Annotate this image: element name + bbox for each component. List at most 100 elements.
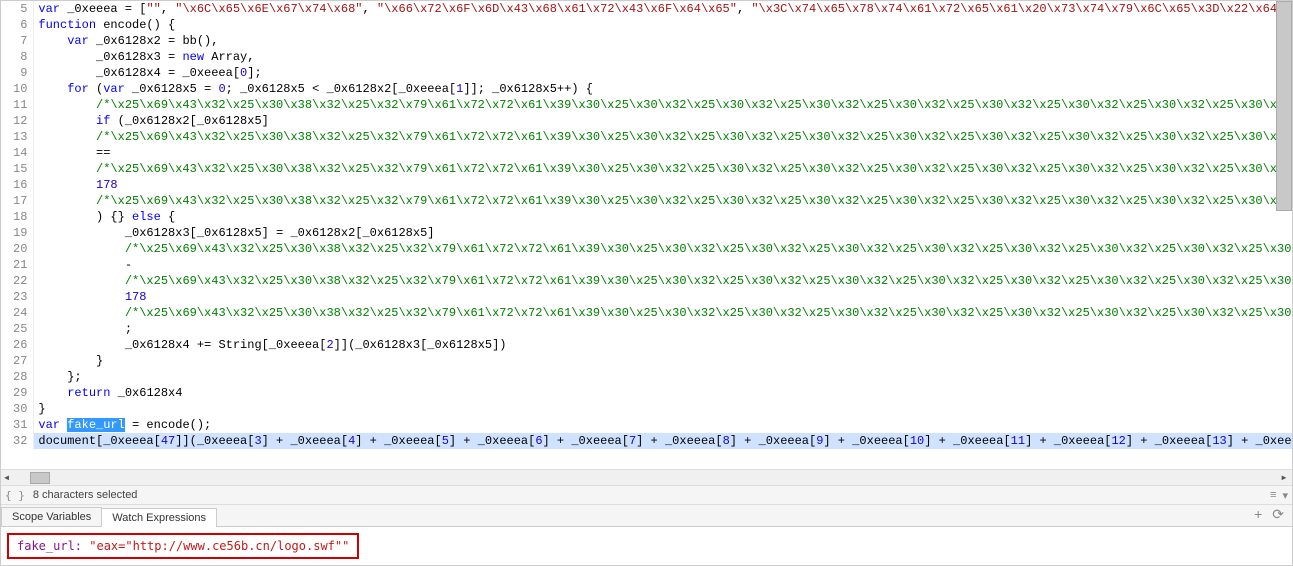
line-number[interactable]: 14 bbox=[1, 145, 34, 161]
code-line[interactable]: 30} bbox=[1, 401, 1292, 417]
line-number[interactable]: 27 bbox=[1, 353, 34, 369]
line-content[interactable]: /*\x25\x69\x43\x32\x25\x30\x38\x32\x25\x… bbox=[34, 193, 1292, 209]
line-content[interactable]: /*\x25\x69\x43\x32\x25\x30\x38\x32\x25\x… bbox=[34, 273, 1292, 289]
code-line[interactable]: 13 /*\x25\x69\x43\x32\x25\x30\x38\x32\x2… bbox=[1, 129, 1292, 145]
code-line[interactable]: 26 _0x6128x4 += String[_0xeeea[2]](_0x61… bbox=[1, 337, 1292, 353]
code-line[interactable]: 25 ; bbox=[1, 321, 1292, 337]
dropdown-icon[interactable]: ▾ bbox=[1282, 489, 1288, 502]
code-line[interactable]: 24 /*\x25\x69\x43\x32\x25\x30\x38\x32\x2… bbox=[1, 305, 1292, 321]
line-number[interactable]: 9 bbox=[1, 65, 34, 81]
line-content[interactable]: _0x6128x3[_0x6128x5] = _0x6128x2[_0x6128… bbox=[34, 225, 1292, 241]
line-number[interactable]: 19 bbox=[1, 225, 34, 241]
line-content[interactable]: return _0x6128x4 bbox=[34, 385, 1292, 401]
menu-icon[interactable]: ≡ bbox=[1270, 489, 1276, 502]
line-number[interactable]: 29 bbox=[1, 385, 34, 401]
line-number[interactable]: 12 bbox=[1, 113, 34, 129]
tab-watch-expressions[interactable]: Watch Expressions bbox=[101, 508, 217, 527]
code-line[interactable]: 9 _0x6128x4 = _0xeeea[0]; bbox=[1, 65, 1292, 81]
code-line[interactable]: 22 /*\x25\x69\x43\x32\x25\x30\x38\x32\x2… bbox=[1, 273, 1292, 289]
watch-expression-row[interactable]: fake_url: "eax="http://www.ce56b.cn/logo… bbox=[7, 533, 359, 559]
code-line[interactable]: 32document[_0xeeea[47]](_0xeeea[3] + _0x… bbox=[1, 433, 1292, 449]
line-number[interactable]: 8 bbox=[1, 49, 34, 65]
watch-expressions-panel[interactable]: fake_url: "eax="http://www.ce56b.cn/logo… bbox=[1, 527, 1292, 565]
code-line[interactable]: 31var fake_url = encode(); bbox=[1, 417, 1292, 433]
line-number[interactable]: 13 bbox=[1, 129, 34, 145]
line-content[interactable]: var fake_url = encode(); bbox=[34, 417, 1292, 433]
line-content[interactable]: /*\x25\x69\x43\x32\x25\x30\x38\x32\x25\x… bbox=[34, 241, 1292, 257]
scroll-right-icon[interactable]: ▸ bbox=[1276, 470, 1292, 486]
line-content[interactable]: /*\x25\x69\x43\x32\x25\x30\x38\x32\x25\x… bbox=[34, 97, 1292, 113]
code-line[interactable]: 18 ) {} else { bbox=[1, 209, 1292, 225]
line-content[interactable]: } bbox=[34, 353, 1292, 369]
line-content[interactable]: /*\x25\x69\x43\x32\x25\x30\x38\x32\x25\x… bbox=[34, 305, 1292, 321]
line-content[interactable]: 178 bbox=[34, 177, 1292, 193]
line-number[interactable]: 11 bbox=[1, 97, 34, 113]
code-line[interactable]: 23 178 bbox=[1, 289, 1292, 305]
line-number[interactable]: 17 bbox=[1, 193, 34, 209]
code-line[interactable]: 8 _0x6128x3 = new Array, bbox=[1, 49, 1292, 65]
line-number[interactable]: 23 bbox=[1, 289, 34, 305]
code-line[interactable]: 29 return _0x6128x4 bbox=[1, 385, 1292, 401]
code-line[interactable]: 6function encode() { bbox=[1, 17, 1292, 33]
line-content[interactable]: for (var _0x6128x5 = 0; _0x6128x5 < _0x6… bbox=[34, 81, 1292, 97]
code-line[interactable]: 15 /*\x25\x69\x43\x32\x25\x30\x38\x32\x2… bbox=[1, 161, 1292, 177]
code-line[interactable]: 5var _0xeeea = ["", "\x6C\x65\x6E\x67\x7… bbox=[1, 1, 1292, 17]
line-number[interactable]: 7 bbox=[1, 33, 34, 49]
line-number[interactable]: 5 bbox=[1, 1, 34, 17]
line-content[interactable]: _0x6128x3 = new Array, bbox=[34, 49, 1292, 65]
scroll-left-icon[interactable]: ◂ bbox=[1, 470, 12, 485]
line-number[interactable]: 20 bbox=[1, 241, 34, 257]
code-line[interactable]: 12 if (_0x6128x2[_0x6128x5] bbox=[1, 113, 1292, 129]
line-content[interactable]: - bbox=[34, 257, 1292, 273]
code-line[interactable]: 10 for (var _0x6128x5 = 0; _0x6128x5 < _… bbox=[1, 81, 1292, 97]
refresh-watch-icon[interactable]: ⟳ bbox=[1272, 506, 1284, 523]
line-content[interactable]: document[_0xeeea[47]](_0xeeea[3] + _0xee… bbox=[34, 433, 1292, 449]
code-line[interactable]: 14 == bbox=[1, 145, 1292, 161]
line-content[interactable]: _0x6128x4 = _0xeeea[0]; bbox=[34, 65, 1292, 81]
add-watch-icon[interactable]: + bbox=[1254, 506, 1262, 523]
code-line[interactable]: 16 178 bbox=[1, 177, 1292, 193]
line-number[interactable]: 26 bbox=[1, 337, 34, 353]
line-number[interactable]: 16 bbox=[1, 177, 34, 193]
line-content[interactable]: }; bbox=[34, 369, 1292, 385]
line-content[interactable]: /*\x25\x69\x43\x32\x25\x30\x38\x32\x25\x… bbox=[34, 129, 1292, 145]
line-content[interactable]: } bbox=[34, 401, 1292, 417]
line-content[interactable]: ) {} else { bbox=[34, 209, 1292, 225]
line-content[interactable]: var _0xeeea = ["", "\x6C\x65\x6E\x67\x74… bbox=[34, 1, 1292, 17]
horizontal-scrollbar-thumb[interactable] bbox=[30, 472, 50, 484]
line-number[interactable]: 32 bbox=[1, 433, 34, 449]
code-line[interactable]: 20 /*\x25\x69\x43\x32\x25\x30\x38\x32\x2… bbox=[1, 241, 1292, 257]
line-number[interactable]: 28 bbox=[1, 369, 34, 385]
line-content[interactable]: ; bbox=[34, 321, 1292, 337]
code-line[interactable]: 28 }; bbox=[1, 369, 1292, 385]
line-content[interactable]: var _0x6128x2 = bb(), bbox=[34, 33, 1292, 49]
line-number[interactable]: 10 bbox=[1, 81, 34, 97]
vertical-scrollbar-thumb[interactable] bbox=[1276, 1, 1292, 211]
line-number[interactable]: 22 bbox=[1, 273, 34, 289]
line-number[interactable]: 25 bbox=[1, 321, 34, 337]
line-number[interactable]: 31 bbox=[1, 417, 34, 433]
horizontal-scrollbar[interactable]: ◂ ▸ bbox=[1, 469, 1292, 485]
line-number[interactable]: 6 bbox=[1, 17, 34, 33]
code-line[interactable]: 27 } bbox=[1, 353, 1292, 369]
code-line[interactable]: 11 /*\x25\x69\x43\x32\x25\x30\x38\x32\x2… bbox=[1, 97, 1292, 113]
line-content[interactable]: /*\x25\x69\x43\x32\x25\x30\x38\x32\x25\x… bbox=[34, 161, 1292, 177]
code-line[interactable]: 21 - bbox=[1, 257, 1292, 273]
line-content[interactable]: 178 bbox=[34, 289, 1292, 305]
line-number[interactable]: 15 bbox=[1, 161, 34, 177]
tab-scope-variables[interactable]: Scope Variables bbox=[1, 507, 102, 526]
line-number[interactable]: 24 bbox=[1, 305, 34, 321]
code-scroll[interactable]: 5var _0xeeea = ["", "\x6C\x65\x6E\x67\x7… bbox=[1, 1, 1292, 469]
line-number[interactable]: 18 bbox=[1, 209, 34, 225]
code-editor[interactable]: 5var _0xeeea = ["", "\x6C\x65\x6E\x67\x7… bbox=[1, 1, 1292, 469]
line-content[interactable]: if (_0x6128x2[_0x6128x5] bbox=[34, 113, 1292, 129]
line-number[interactable]: 21 bbox=[1, 257, 34, 273]
line-content[interactable]: _0x6128x4 += String[_0xeeea[2]](_0x6128x… bbox=[34, 337, 1292, 353]
line-number[interactable]: 30 bbox=[1, 401, 34, 417]
code-line[interactable]: 7 var _0x6128x2 = bb(), bbox=[1, 33, 1292, 49]
line-content[interactable]: function encode() { bbox=[34, 17, 1292, 33]
code-line[interactable]: 19 _0x6128x3[_0x6128x5] = _0x6128x2[_0x6… bbox=[1, 225, 1292, 241]
code-line[interactable]: 17 /*\x25\x69\x43\x32\x25\x30\x38\x32\x2… bbox=[1, 193, 1292, 209]
token: , bbox=[362, 2, 376, 16]
line-content[interactable]: == bbox=[34, 145, 1292, 161]
